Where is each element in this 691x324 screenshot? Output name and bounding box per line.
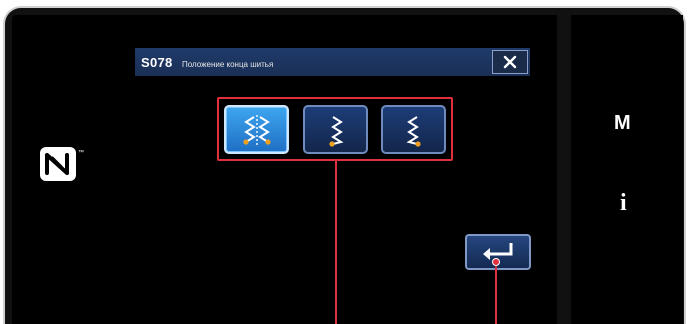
nfc-icon: ™ [40,147,84,181]
end-position-options [217,97,453,161]
enter-callout-line [495,262,497,324]
option-both-ends-button[interactable] [224,105,289,154]
info-button[interactable]: i [620,190,627,217]
close-button[interactable] [492,50,528,74]
option-end-right-button[interactable] [381,105,446,154]
close-icon [503,55,517,69]
dialog-title: S078 Положение конца шитья [141,54,273,72]
svg-text:™: ™ [78,149,84,156]
mode-button[interactable]: M [614,112,631,135]
enter-callout-dot [492,258,500,266]
zigzag-both-ends-icon [242,114,271,145]
zigzag-end-right-icon [405,115,421,147]
side-panel [571,15,683,324]
zigzag-end-left-icon [328,115,344,147]
dialog-titlebar: S078 Положение конца шитья [135,48,530,76]
dialog-title-label: Положение конца шитья [182,60,274,69]
options-callout-line [335,161,337,324]
option-end-left-button[interactable] [303,105,368,154]
dialog-code: S078 [141,55,173,70]
